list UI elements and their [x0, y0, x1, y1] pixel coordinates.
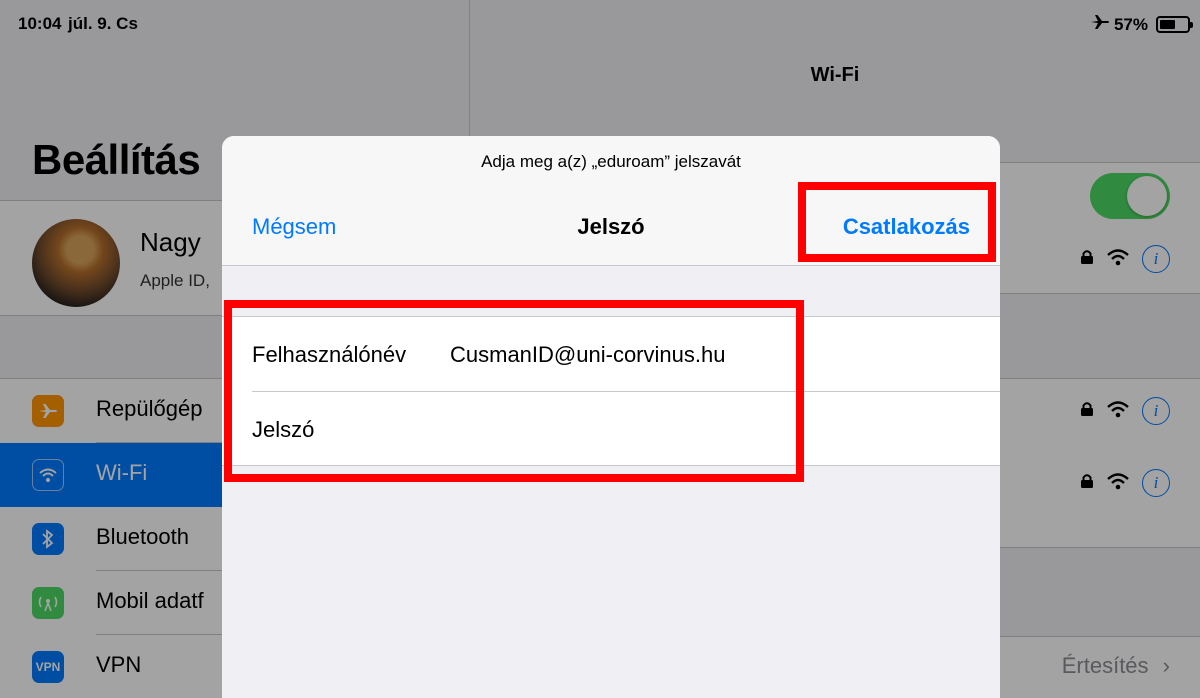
cancel-button[interactable]: Mégsem — [252, 214, 336, 240]
password-row[interactable]: Jelszó — [252, 391, 1000, 465]
password-label: Jelszó — [252, 417, 315, 442]
username-row[interactable]: Felhasználónév CusmanID@uni-corvinus.hu — [222, 317, 1000, 391]
password-field[interactable] — [450, 406, 970, 450]
sheet-prompt: Adja meg a(z) „eduroam” jelszavát — [481, 152, 741, 171]
join-button[interactable]: Csatlakozás — [843, 214, 970, 240]
sheet-header: Adja meg a(z) „eduroam” jelszavát Mégsem… — [222, 136, 1000, 266]
credentials-form: Felhasználónév CusmanID@uni-corvinus.hu … — [222, 316, 1000, 466]
username-label: Felhasználónév — [252, 342, 407, 367]
username-field[interactable]: CusmanID@uni-corvinus.hu — [450, 342, 725, 368]
password-sheet: Adja meg a(z) „eduroam” jelszavát Mégsem… — [222, 136, 1000, 698]
